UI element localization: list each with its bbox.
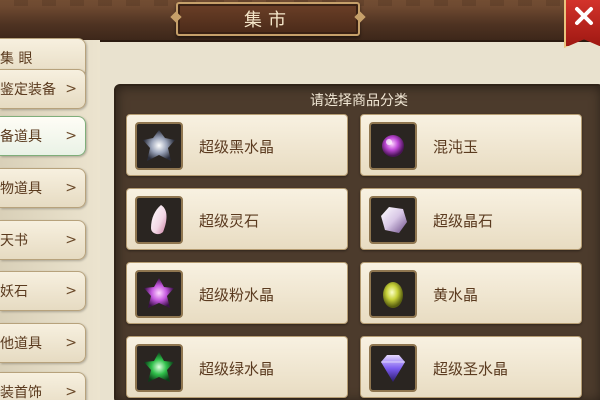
item-name: 超级圣水晶 — [433, 360, 509, 378]
item-card-super-spirit-stone[interactable]: 超级灵石 — [126, 188, 348, 250]
item-name: 混沌玉 — [433, 138, 479, 156]
item-name: 超级晶石 — [433, 212, 494, 230]
black-crystal-icon — [135, 122, 183, 170]
item-card-super-black-crystal[interactable]: 超级黑水晶 — [126, 114, 348, 176]
sidebar-item-label: 妖石 — [0, 284, 28, 300]
holy-crystal-icon — [369, 344, 417, 392]
yellow-crystal-icon — [369, 270, 417, 318]
pink-crystal-icon — [135, 270, 183, 318]
green-crystal-icon — [135, 344, 183, 392]
sidebar-item-label: 他道具 — [0, 336, 42, 352]
sidebar-item-label: 鉴定装备 — [0, 82, 56, 98]
chevron-right-icon: > — [65, 81, 77, 97]
sidebar-item-prep-items[interactable]: 备道具 > — [0, 116, 86, 156]
item-card-super-crystal-stone[interactable]: 超级晶石 — [360, 188, 582, 250]
chevron-right-icon: > — [65, 180, 77, 196]
chevron-right-icon: > — [65, 232, 77, 248]
chevron-right-icon: > — [65, 384, 77, 400]
item-name: 超级黑水晶 — [199, 138, 275, 156]
item-name: 超级灵石 — [199, 212, 260, 230]
sidebar-item-label: 装首饰 — [0, 385, 42, 400]
item-name: 超级粉水晶 — [199, 286, 275, 304]
sidebar-item-object-items[interactable]: 物道具 > — [0, 168, 86, 208]
category-sidebar: 集 眼 鉴定装备 > 备道具 > 物道具 > 天书 > 妖石 > 他道具 > 装… — [0, 38, 100, 400]
sidebar-item-accessories[interactable]: 装首饰 > — [0, 372, 86, 400]
sidebar-item-demon-stone[interactable]: 妖石 > — [0, 271, 86, 311]
sidebar-item-appraise-equipment[interactable]: 鉴定装备 > — [0, 69, 86, 109]
chevron-right-icon: > — [65, 128, 77, 144]
item-card-super-holy-crystal[interactable]: 超级圣水晶 — [360, 336, 582, 398]
item-name: 黄水晶 — [433, 286, 479, 304]
item-card-yellow-crystal[interactable]: 黄水晶 — [360, 262, 582, 324]
item-card-chaos-jade[interactable]: 混沌玉 — [360, 114, 582, 176]
chevron-right-icon: > — [65, 283, 77, 299]
item-card-super-pink-crystal[interactable]: 超级粉水晶 — [126, 262, 348, 324]
item-card-super-green-crystal[interactable]: 超级绿水晶 — [126, 336, 348, 398]
sidebar-item-label: 天书 — [0, 233, 28, 249]
close-icon — [575, 7, 593, 25]
sidebar-item-label: 备道具 — [0, 129, 42, 145]
sidebar-item-label: 物道具 — [0, 181, 42, 197]
sidebar-item-heavenly-book[interactable]: 天书 > — [0, 220, 86, 260]
panel-title: 请选择商品分类 — [310, 93, 408, 109]
crystal-stone-icon — [369, 196, 417, 244]
chaos-jade-icon — [369, 122, 417, 170]
spirit-stone-icon — [135, 196, 183, 244]
sidebar-item-other-items[interactable]: 他道具 > — [0, 323, 86, 363]
window-title: 集市 — [176, 2, 360, 36]
item-name: 超级绿水晶 — [199, 360, 275, 378]
category-panel: 请选择商品分类 超级黑水晶 混沌玉 超级灵石 超级晶石 超级粉水晶 黄水晶 超级… — [114, 84, 600, 400]
chevron-right-icon: > — [65, 335, 77, 351]
sidebar-item-label: 集 眼 — [0, 51, 33, 67]
